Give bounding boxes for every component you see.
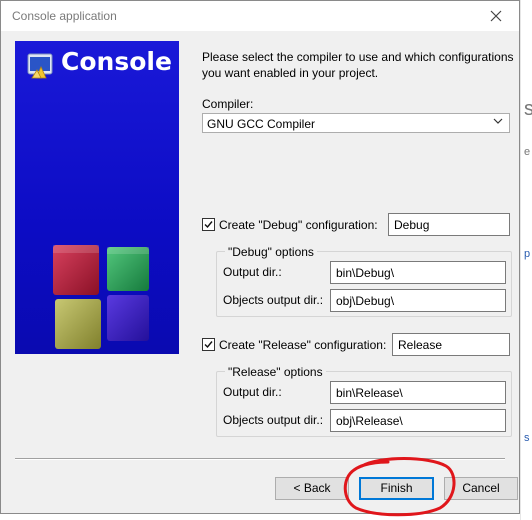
checkmark-icon bbox=[204, 341, 213, 349]
debug-obj-dir-field[interactable]: obj\Debug\ bbox=[330, 289, 506, 312]
release-name-field[interactable]: Release bbox=[392, 333, 510, 356]
button-separator bbox=[15, 458, 505, 460]
background-text: e bbox=[524, 146, 531, 158]
release-output-label: Output dir.: bbox=[223, 385, 282, 399]
debug-options-label: "Debug" options bbox=[225, 245, 317, 259]
debug-obj-label: Objects output dir.: bbox=[223, 293, 324, 307]
close-button[interactable] bbox=[473, 1, 519, 31]
release-checkbox-label: Create "Release" configuration: bbox=[219, 338, 387, 352]
finish-button[interactable]: Finish bbox=[359, 477, 434, 500]
release-obj-dir-field[interactable]: obj\Release\ bbox=[330, 409, 506, 432]
debug-output-label: Output dir.: bbox=[223, 265, 282, 279]
cancel-button[interactable]: Cancel bbox=[444, 477, 518, 500]
title-bar[interactable]: Console application bbox=[1, 1, 519, 31]
window-title: Console application bbox=[12, 9, 117, 23]
background-text: s bbox=[524, 98, 532, 120]
release-checkbox[interactable] bbox=[202, 338, 215, 351]
debug-checkbox[interactable] bbox=[202, 218, 215, 231]
background-text: s bbox=[524, 432, 530, 444]
release-options-label: "Release" options bbox=[225, 365, 326, 379]
intro-text: Please select the compiler to use and wh… bbox=[202, 50, 514, 80]
checkmark-icon bbox=[204, 221, 213, 229]
debug-name-field[interactable]: Debug bbox=[388, 213, 510, 236]
wizard-banner: Console bbox=[15, 41, 179, 354]
back-button[interactable]: < Back bbox=[275, 477, 349, 500]
chevron-down-icon bbox=[493, 116, 503, 129]
codeblocks-logo-icon bbox=[53, 245, 149, 349]
compiler-selected-value: GNU GCC Compiler bbox=[207, 117, 316, 131]
debug-output-dir-field[interactable]: bin\Debug\ bbox=[330, 261, 506, 284]
release-obj-label: Objects output dir.: bbox=[223, 413, 324, 427]
banner-title: Console bbox=[61, 47, 172, 76]
wizard-dialog: Console application Console Please selec… bbox=[0, 0, 520, 514]
release-output-dir-field[interactable]: bin\Release\ bbox=[330, 381, 506, 404]
close-icon bbox=[490, 10, 502, 22]
debug-checkbox-label: Create "Debug" configuration: bbox=[219, 218, 378, 232]
background-text: p bbox=[524, 248, 531, 260]
compiler-select[interactable]: GNU GCC Compiler bbox=[202, 113, 510, 133]
compiler-label: Compiler: bbox=[202, 97, 254, 111]
console-app-icon bbox=[27, 53, 53, 79]
